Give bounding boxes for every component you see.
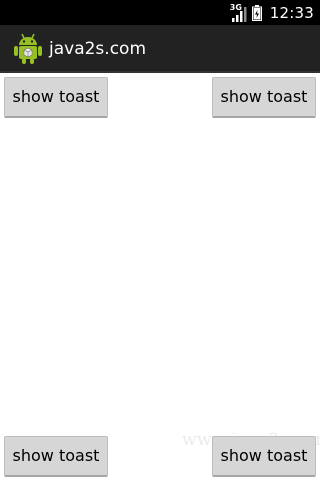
clock: 12:33 bbox=[269, 3, 314, 22]
show-toast-button-bottom-right[interactable]: show toast bbox=[212, 436, 316, 477]
app-title: java2s.com bbox=[49, 39, 147, 59]
signal-icon: 3G bbox=[230, 3, 248, 23]
battery-icon bbox=[251, 4, 262, 21]
show-toast-button-bottom-left[interactable]: show toast bbox=[4, 436, 108, 477]
status-bar: 3G 12:33 bbox=[0, 0, 320, 25]
status-icons: 3G 12:33 bbox=[230, 0, 314, 25]
show-toast-button-top-left[interactable]: show toast bbox=[4, 77, 108, 118]
android-robot-icon[interactable] bbox=[13, 33, 43, 65]
action-bar: java2s.com bbox=[0, 25, 320, 73]
app-screen: 3G 12:33 java2s.com show toast show toas… bbox=[0, 0, 320, 480]
show-toast-button-top-right[interactable]: show toast bbox=[212, 77, 316, 118]
